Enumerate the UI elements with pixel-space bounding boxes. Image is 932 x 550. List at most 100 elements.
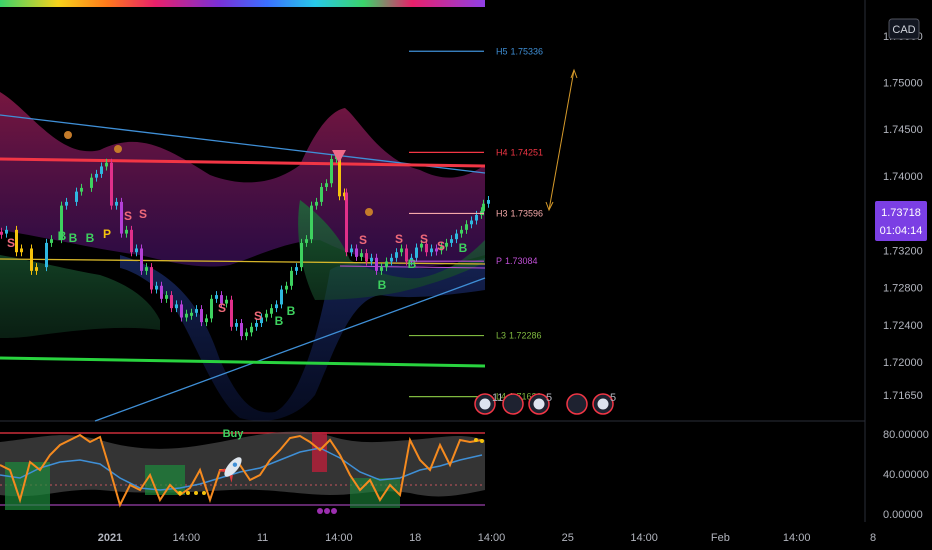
- candle: [20, 248, 23, 253]
- candle: [45, 242, 48, 268]
- candle: [95, 173, 98, 178]
- currency-button[interactable]: CAD: [888, 18, 920, 40]
- signal-sell-marker: S: [124, 209, 132, 223]
- pivot-label: L3 1.72286: [496, 331, 542, 341]
- pivot-label: H5 1.75336: [496, 46, 543, 56]
- price-tick-label: 1.72000: [883, 357, 923, 369]
- candle: [80, 187, 83, 192]
- time-tick-label: 25: [562, 532, 574, 544]
- candle: [0, 231, 3, 235]
- candle: [15, 229, 18, 253]
- candle: [360, 253, 363, 257]
- signal-sell-marker: S: [139, 207, 147, 221]
- chart-canvas: S B B B PS SSS BBS SBS SBB H5 1.75336H4 1.74251H3 1…: [0, 0, 929, 544]
- candle: [295, 267, 298, 271]
- economic-event-badge[interactable]: 5: [566, 392, 616, 415]
- candle: [487, 200, 490, 204]
- signal-buy-marker: B: [275, 314, 284, 328]
- candle: [460, 229, 463, 234]
- flag-icon: [597, 398, 609, 410]
- candle: [115, 201, 118, 206]
- osc-tick-label: 40.00000: [883, 469, 929, 481]
- signal-sell-marker: S: [254, 309, 262, 323]
- measure-arrow: [545, 68, 578, 212]
- time-tick-label: 14:00: [173, 532, 201, 544]
- candle: [270, 308, 273, 314]
- candle: [265, 313, 268, 318]
- candle: [245, 332, 248, 337]
- candle: [30, 248, 33, 271]
- candle: [230, 299, 233, 327]
- candle: [275, 304, 278, 309]
- candle: [125, 229, 128, 234]
- candle: [240, 323, 243, 337]
- osc-dot: [178, 491, 182, 495]
- price-tick-label: 1.75000: [883, 78, 923, 90]
- signal-buy-marker: B: [58, 229, 67, 243]
- time-axis[interactable]: 2021 14:00 11 14:00 18 14:00 25 14:00 Feb 14:00 8: [98, 532, 876, 544]
- signal-sell-marker: S: [359, 233, 367, 247]
- price-tick-label: 1.72800: [883, 283, 923, 295]
- signal-sell-marker: S: [437, 239, 445, 253]
- time-tick-label: 8: [870, 532, 876, 544]
- economic-event-badge[interactable]: 11: [474, 392, 503, 415]
- candle: [235, 323, 238, 327]
- event-count: 5: [610, 392, 616, 404]
- candle: [350, 248, 353, 253]
- osc-tick-label: 0.00000: [883, 509, 923, 521]
- flag-icon: [533, 398, 545, 410]
- candle: [50, 239, 53, 243]
- candle: [250, 326, 253, 333]
- candle: [430, 248, 433, 253]
- current-price-badge: 1.73718 01:04:14: [875, 201, 927, 241]
- candle: [110, 162, 113, 206]
- time-tick-label: 18: [409, 532, 421, 544]
- time-tick-label: 14:00: [325, 532, 353, 544]
- time-tick-label: 14:00: [783, 532, 811, 544]
- event-count: 11: [492, 392, 503, 404]
- signal-buy-marker: B: [459, 241, 468, 255]
- candle: [175, 304, 178, 309]
- candle: [482, 203, 485, 212]
- pivot-label: H3 1.73596: [496, 208, 543, 218]
- candle: [145, 267, 148, 271]
- candle: [325, 183, 328, 187]
- candle: [100, 166, 103, 174]
- rainbow-strip: [0, 0, 485, 7]
- candle: [195, 309, 198, 313]
- price-tick-label: 1.73200: [883, 245, 923, 257]
- flag-icon: [502, 393, 524, 415]
- oscillator-axis[interactable]: 80.00000 40.00000 0.00000: [883, 429, 929, 521]
- time-tick-label: 14:00: [630, 532, 658, 544]
- candle: [315, 201, 318, 206]
- osc-tick-label: 80.00000: [883, 429, 929, 441]
- candle: [200, 309, 203, 323]
- candle: [455, 233, 458, 240]
- signal-buy-marker: B: [287, 304, 296, 318]
- candle: [355, 248, 358, 257]
- flag-icon: [479, 398, 491, 410]
- signal-sell-marker: S: [395, 232, 403, 246]
- pivot-level-h5: H5 1.75336: [409, 46, 543, 56]
- oscillator-pane: Buy: [0, 428, 485, 514]
- signal-buy-marker: B: [69, 231, 78, 245]
- signal-buy-marker: B: [86, 231, 95, 245]
- candle: [255, 323, 258, 327]
- candle: [205, 318, 208, 323]
- candle: [475, 214, 478, 221]
- signal-buy-marker: B: [408, 257, 417, 271]
- time-tick-label: Feb: [711, 532, 730, 544]
- candle: [345, 192, 348, 253]
- time-tick-label: 11: [257, 532, 268, 544]
- time-tick-label: 14:00: [478, 532, 506, 544]
- candle: [65, 201, 68, 206]
- candle: [5, 229, 8, 234]
- bear-icon: [365, 208, 373, 216]
- candle: [365, 253, 368, 262]
- candle: [155, 285, 158, 290]
- candle: [90, 177, 93, 188]
- candle: [390, 257, 393, 262]
- osc-dot: [186, 491, 190, 495]
- candle: [385, 261, 388, 268]
- candle: [380, 267, 383, 271]
